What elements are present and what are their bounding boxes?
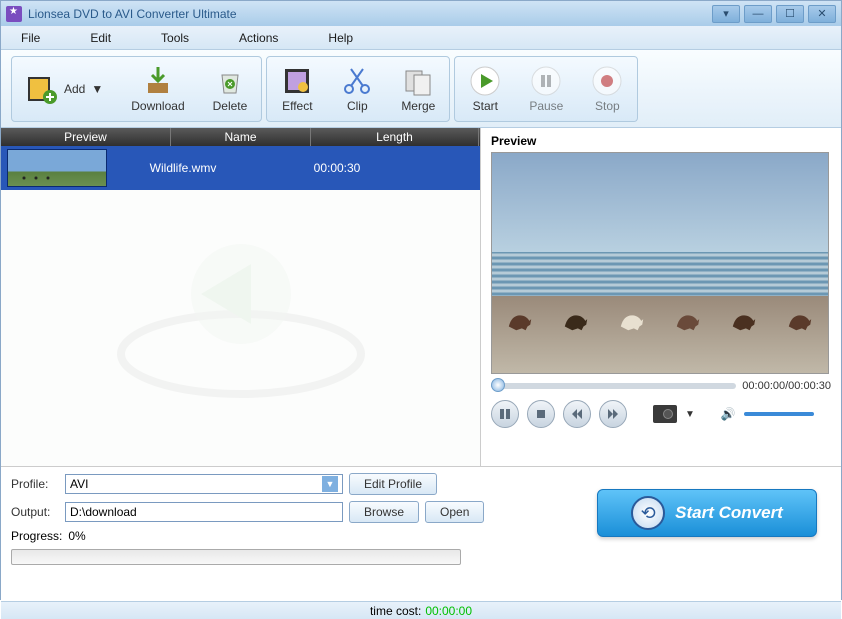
menu-file[interactable]: File — [21, 31, 40, 45]
menu-tools[interactable]: Tools — [161, 31, 189, 45]
profile-value: AVI — [70, 477, 88, 491]
add-button[interactable]: Add ▼ — [12, 57, 117, 121]
stop-button[interactable]: Stop — [577, 57, 637, 121]
dropdown-icon: ▼ — [91, 82, 103, 96]
col-length[interactable]: Length — [311, 128, 479, 146]
merge-icon — [402, 65, 434, 97]
profile-label: Profile: — [11, 477, 59, 491]
menu-bar: File Edit Tools Actions Help — [1, 26, 841, 50]
pause-label: Pause — [529, 99, 563, 113]
delete-label: Delete — [213, 99, 248, 113]
player-pause-button[interactable] — [491, 400, 519, 428]
snapshot-dropdown[interactable]: ▼ — [685, 409, 695, 420]
minimize-button[interactable]: — — [744, 5, 772, 23]
merge-button[interactable]: Merge — [387, 57, 449, 121]
player-rewind-button[interactable] — [563, 400, 591, 428]
volume-slider[interactable] — [744, 412, 814, 416]
pin-button[interactable]: ▾ — [712, 5, 740, 23]
progress-bar — [11, 549, 461, 565]
thumbnail — [7, 149, 107, 187]
download-icon — [142, 65, 174, 97]
delete-button[interactable]: Delete — [199, 57, 262, 121]
item-name: Wildlife.wmv — [113, 161, 253, 175]
col-name[interactable]: Name — [171, 128, 311, 146]
start-convert-label: Start Convert — [675, 503, 783, 523]
player-stop-button[interactable] — [527, 400, 555, 428]
progress-label: Progress: — [11, 529, 62, 543]
window-title: Lionsea DVD to AVI Converter Ultimate — [28, 7, 712, 21]
close-button[interactable]: ✕ — [808, 5, 836, 23]
menu-actions[interactable]: Actions — [239, 31, 278, 45]
timecost-value: 00:00:00 — [425, 604, 472, 618]
start-button[interactable]: Start — [455, 57, 515, 121]
effect-icon — [281, 65, 313, 97]
start-convert-button[interactable]: ⟲ Start Convert — [597, 489, 817, 537]
preview-pane: Preview 00:00:00/00:00:30 ▼ — [481, 128, 841, 466]
clip-label: Clip — [347, 99, 368, 113]
menu-help[interactable]: Help — [328, 31, 353, 45]
content-area: Preview Name Length Wildlife.wmv 00:00:3… — [1, 128, 841, 466]
timecost-label: time cost: — [370, 604, 421, 618]
effect-label: Effect — [282, 99, 312, 113]
effect-button[interactable]: Effect — [267, 57, 327, 121]
bottom-panel: Profile: AVI ▼ Edit Profile Output: Brow… — [1, 466, 841, 601]
seek-slider[interactable] — [491, 383, 736, 389]
add-label: Add — [64, 82, 85, 96]
time-display: 00:00:00/00:00:30 — [742, 380, 831, 392]
player-forward-button[interactable] — [599, 400, 627, 428]
convert-icon: ⟲ — [631, 496, 665, 530]
pause-icon — [530, 65, 562, 97]
profile-combo[interactable]: AVI ▼ — [65, 474, 343, 494]
edit-profile-button[interactable]: Edit Profile — [349, 473, 437, 495]
scissors-icon — [341, 65, 373, 97]
play-icon — [469, 65, 501, 97]
progress-value: 0% — [68, 529, 85, 543]
output-path-input[interactable] — [65, 502, 343, 522]
list-header: Preview Name Length — [1, 128, 480, 146]
merge-label: Merge — [401, 99, 435, 113]
pause-button[interactable]: Pause — [515, 57, 577, 121]
item-length: 00:00:30 — [253, 161, 421, 175]
watermark-icon — [111, 214, 371, 414]
app-logo-icon — [6, 6, 22, 22]
download-label: Download — [131, 99, 184, 113]
output-label: Output: — [11, 505, 59, 519]
open-button[interactable]: Open — [425, 501, 484, 523]
clip-button[interactable]: Clip — [327, 57, 387, 121]
chevron-down-icon: ▼ — [322, 476, 338, 492]
file-list-pane: Preview Name Length Wildlife.wmv 00:00:3… — [1, 128, 481, 466]
menu-edit[interactable]: Edit — [90, 31, 111, 45]
list-background — [1, 190, 480, 466]
list-item[interactable]: Wildlife.wmv 00:00:30 — [1, 146, 480, 190]
status-bar: time cost: 00:00:00 — [1, 601, 841, 619]
stop-icon — [591, 65, 623, 97]
download-button[interactable]: Download — [117, 57, 198, 121]
stop-label: Stop — [595, 99, 620, 113]
toolbar: Add ▼ Download Delete Effect Clip Merge … — [1, 50, 841, 128]
snapshot-button[interactable] — [653, 405, 677, 423]
browse-button[interactable]: Browse — [349, 501, 419, 523]
film-add-icon — [26, 73, 58, 105]
preview-label: Preview — [491, 134, 831, 148]
maximize-button[interactable]: ☐ — [776, 5, 804, 23]
preview-video[interactable] — [491, 152, 829, 374]
recycle-icon — [214, 65, 246, 97]
volume-icon[interactable]: 🔊 — [721, 407, 736, 421]
title-bar: Lionsea DVD to AVI Converter Ultimate ▾ … — [1, 1, 841, 26]
start-label: Start — [473, 99, 498, 113]
col-preview[interactable]: Preview — [1, 128, 171, 146]
